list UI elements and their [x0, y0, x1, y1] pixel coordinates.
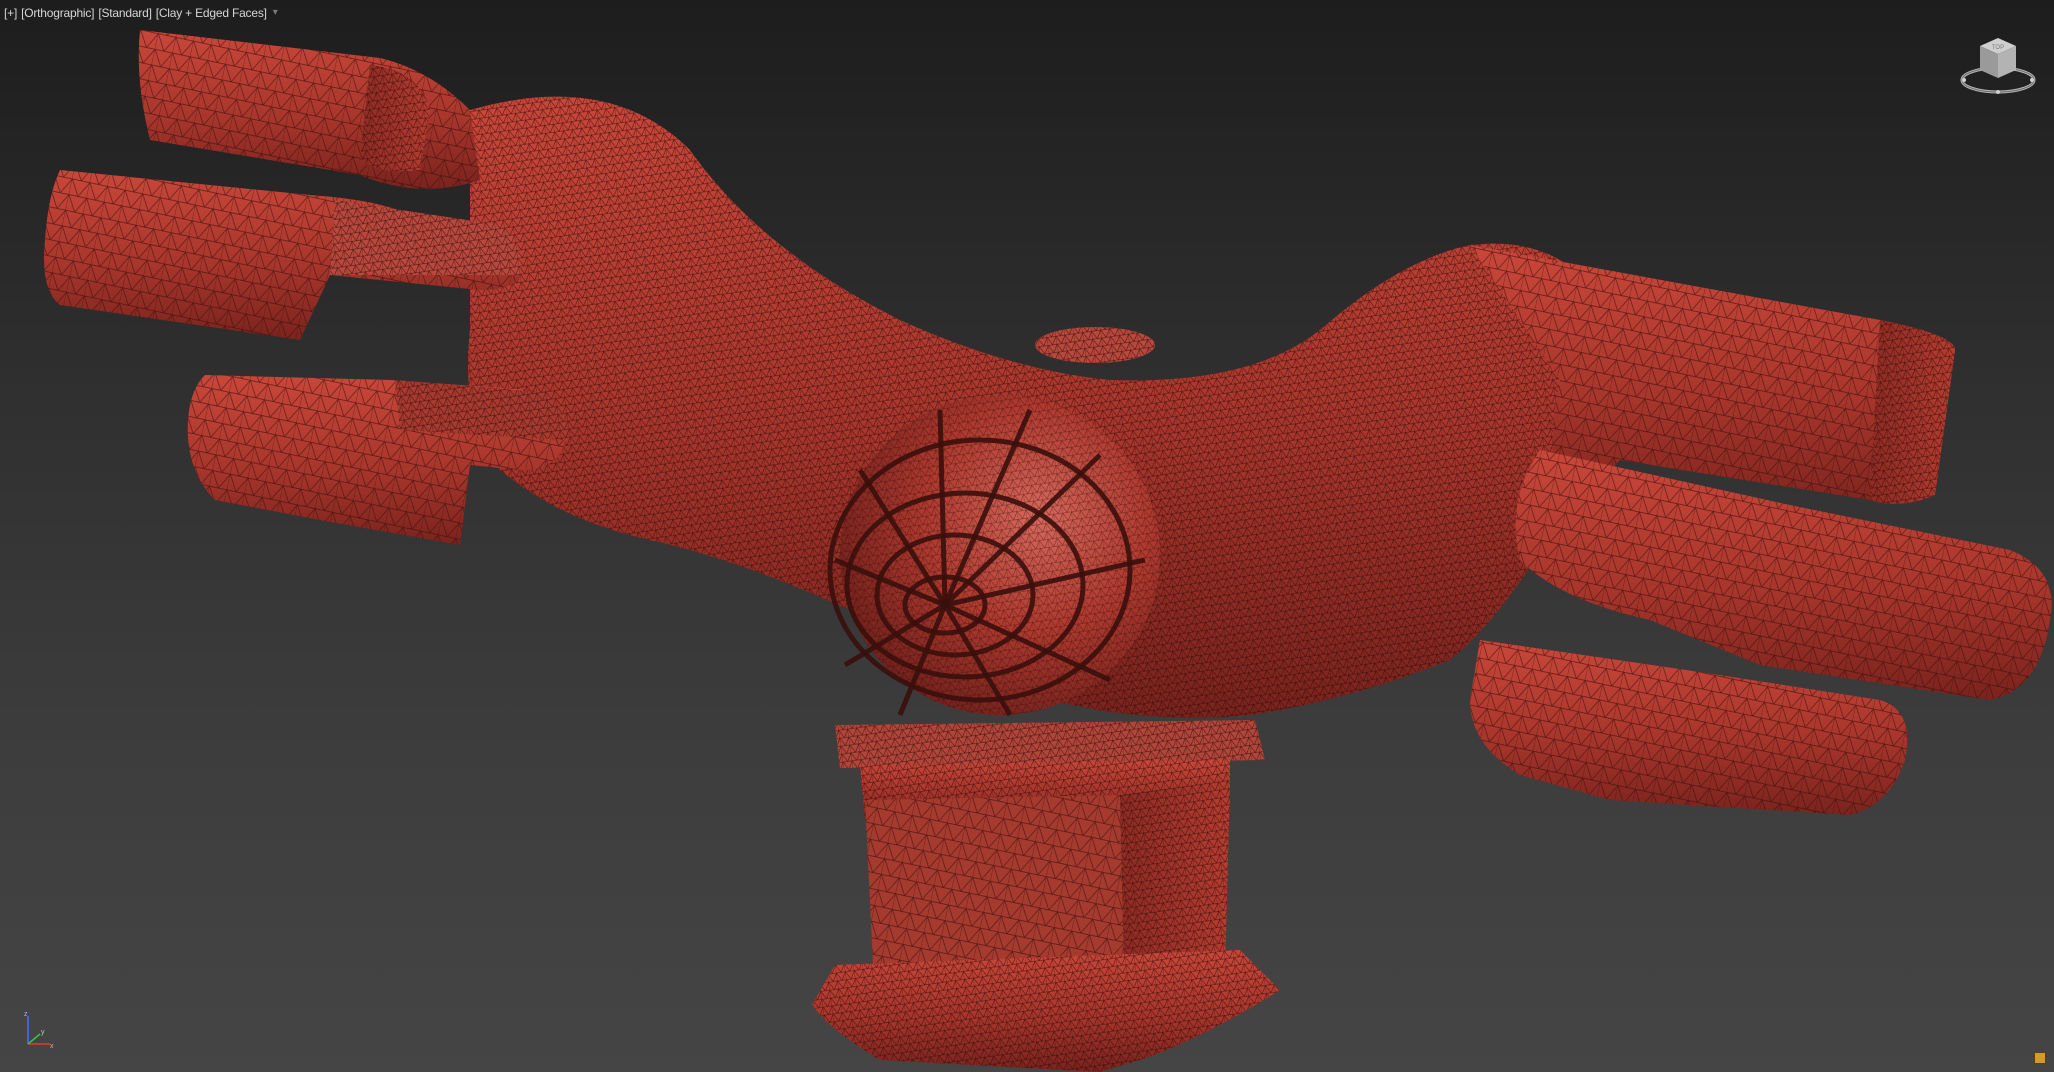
- viewport-label-menu[interactable]: [+] [Orthographic] [Standard] [Clay + Ed…: [4, 5, 283, 21]
- axis-x-label: x: [50, 1043, 54, 1050]
- viewport-general-menu[interactable]: [+]: [4, 6, 17, 20]
- mesh-scene[interactable]: [0, 0, 2054, 1072]
- viewport-shading-preset-menu[interactable]: [Standard]: [98, 6, 152, 20]
- viewport-point-of-view-menu[interactable]: [Orthographic]: [21, 6, 94, 20]
- mesh-pedestal: [812, 720, 1280, 1072]
- viewcube-face-label: TOP: [1992, 45, 2004, 51]
- axis-y-label: y: [41, 1029, 45, 1036]
- mesh-right-prongs: [1470, 245, 2052, 815]
- viewport-visual-style-menu[interactable]: [Clay + Edged Faces]: [156, 6, 267, 20]
- axis-z-label: z: [24, 1011, 28, 1018]
- viewcube-icon[interactable]: TOP: [1958, 32, 2038, 96]
- maximize-icon[interactable]: [2034, 1052, 2046, 1064]
- axis-tripod-icon: z x y: [24, 1011, 54, 1050]
- filter-icon[interactable]: ▾: [273, 8, 283, 18]
- mesh-top-knob: [1035, 327, 1155, 363]
- viewport-orthographic[interactable]: [+] [Orthographic] [Standard] [Clay + Ed…: [0, 0, 2054, 1072]
